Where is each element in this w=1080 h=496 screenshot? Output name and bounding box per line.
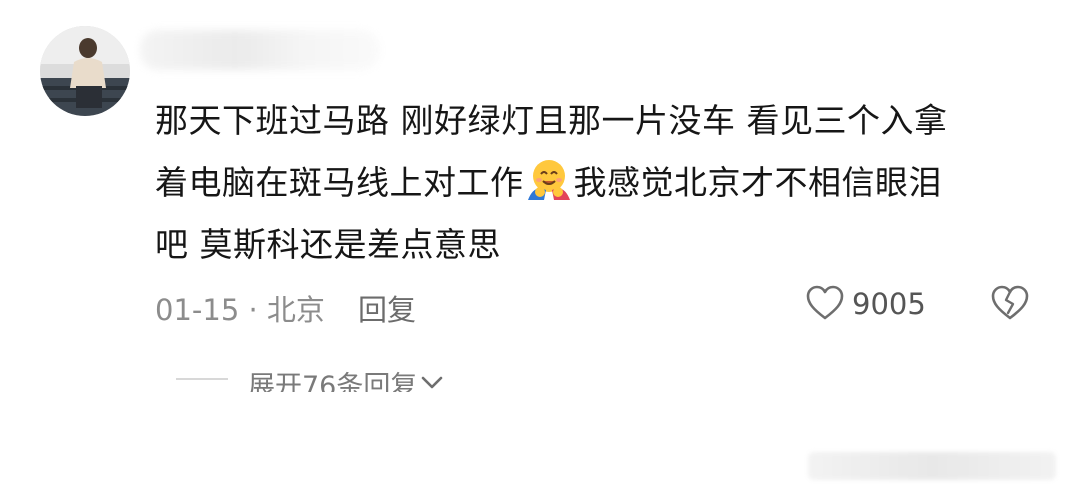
comment-date-location: 01-15 · 北京: [155, 293, 325, 327]
expand-divider-line: [176, 378, 228, 380]
expand-replies-button[interactable]: 展开76条回复: [176, 358, 445, 392]
comment-line-3: 吧 莫斯科还是差点意思: [155, 225, 501, 264]
username-blurred[interactable]: [140, 30, 380, 70]
comment-meta-row: 01-15 · 北京 回复 9005: [155, 283, 1035, 327]
broken-heart-icon[interactable]: [990, 283, 1030, 323]
reply-button[interactable]: 回复: [358, 287, 416, 329]
like-count: 9005: [852, 287, 926, 321]
watermark-blurred: [808, 452, 1056, 480]
heart-outline-icon[interactable]: [805, 283, 845, 323]
comment-line-2b: 我感觉北京才不相信眼泪: [573, 163, 942, 202]
avatar-image: [40, 26, 130, 116]
chevron-down-icon: [422, 376, 443, 389]
comment-line-2a: 着电脑在斑马线上对工作: [155, 163, 524, 202]
hugging-face-emoji: [527, 160, 570, 200]
comment-line-1: 那天下班过马路 刚好绿灯且那一片没车 看见三个入拿: [155, 101, 948, 140]
expand-replies-label: 展开76条回复: [248, 371, 418, 392]
comment-text: 那天下班过马路 刚好绿灯且那一片没车 看见三个入拿 着电脑在斑马线上对工作 我感…: [155, 90, 1035, 276]
avatar[interactable]: [40, 26, 130, 116]
